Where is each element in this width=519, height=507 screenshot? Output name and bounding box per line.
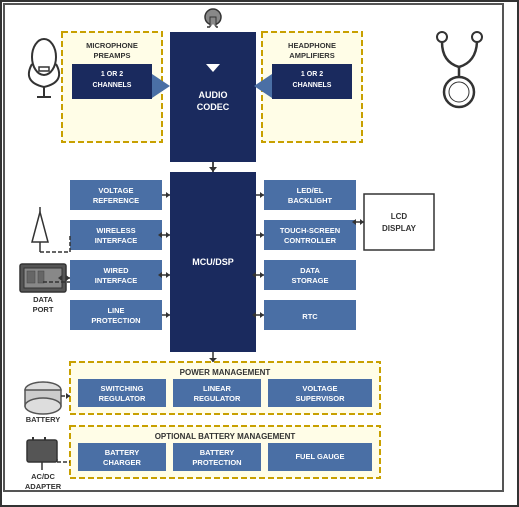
svg-text:1 OR 2: 1 OR 2: [101, 71, 123, 78]
svg-text:BACKLIGHT: BACKLIGHT: [288, 196, 333, 205]
svg-text:HEADPHONE: HEADPHONE: [288, 41, 336, 50]
svg-text:REGULATOR: REGULATOR: [99, 394, 146, 403]
svg-text:BATTERY: BATTERY: [105, 448, 140, 457]
svg-text:SUPERVISOR: SUPERVISOR: [295, 394, 345, 403]
svg-text:INTERFACE: INTERFACE: [95, 276, 138, 285]
svg-text:BATTERY: BATTERY: [26, 415, 61, 424]
svg-text:TOUCH-SCREEN: TOUCH-SCREEN: [280, 226, 340, 235]
svg-text:OPTIONAL BATTERY MANAGEMENT: OPTIONAL BATTERY MANAGEMENT: [155, 432, 296, 441]
svg-text:ADAPTER: ADAPTER: [25, 482, 62, 491]
svg-text:MCU/DSP: MCU/DSP: [192, 257, 234, 267]
svg-text:LED/EL: LED/EL: [297, 186, 324, 195]
svg-text:MICROPHONE: MICROPHONE: [86, 41, 138, 50]
svg-text:RTC: RTC: [302, 312, 318, 321]
svg-text:VOLTAGE: VOLTAGE: [98, 186, 133, 195]
svg-text:PROTECTION: PROTECTION: [192, 458, 241, 467]
svg-text:PORT: PORT: [33, 305, 54, 314]
svg-text:WIRED: WIRED: [104, 266, 130, 275]
svg-text:SWITCHING: SWITCHING: [101, 384, 144, 393]
svg-text:DISPLAY: DISPLAY: [382, 224, 417, 233]
svg-text:1 OR 2: 1 OR 2: [301, 71, 323, 78]
svg-text:AUDIO: AUDIO: [199, 90, 228, 100]
diagram-container: MICROPHONE PREAMPS 1 OR 2 CHANNELS AUDIO…: [0, 0, 519, 507]
svg-text:CHARGER: CHARGER: [103, 458, 142, 467]
svg-text:PROTECTION: PROTECTION: [91, 316, 140, 325]
svg-text:CONTROLLER: CONTROLLER: [284, 236, 337, 245]
svg-text:CHANNELS: CHANNELS: [293, 82, 332, 89]
svg-text:CHANNELS: CHANNELS: [93, 82, 132, 89]
svg-text:PREAMPS: PREAMPS: [93, 51, 130, 60]
svg-text:DATA: DATA: [300, 266, 320, 275]
svg-text:VOLTAGE: VOLTAGE: [302, 384, 337, 393]
svg-text:WIRELESS: WIRELESS: [96, 226, 135, 235]
svg-text:REGULATOR: REGULATOR: [194, 394, 241, 403]
svg-text:CODEC: CODEC: [197, 102, 230, 112]
svg-text:LCD: LCD: [391, 212, 408, 221]
svg-text:INTERFACE: INTERFACE: [95, 236, 138, 245]
svg-text:LINEAR: LINEAR: [203, 384, 232, 393]
svg-text:AMPLIFIERS: AMPLIFIERS: [289, 51, 334, 60]
svg-text:STORAGE: STORAGE: [292, 276, 329, 285]
main-diagram: MICROPHONE PREAMPS 1 OR 2 CHANNELS AUDIO…: [2, 2, 505, 493]
svg-text:POWER MANAGEMENT: POWER MANAGEMENT: [180, 368, 271, 377]
svg-text:FUEL GAUGE: FUEL GAUGE: [295, 452, 344, 461]
svg-text:AC/DC: AC/DC: [31, 472, 55, 481]
svg-text:DATA: DATA: [33, 295, 53, 304]
svg-text:BATTERY: BATTERY: [200, 448, 235, 457]
svg-text:LINE: LINE: [107, 306, 124, 315]
svg-text:REFERENCE: REFERENCE: [93, 196, 139, 205]
